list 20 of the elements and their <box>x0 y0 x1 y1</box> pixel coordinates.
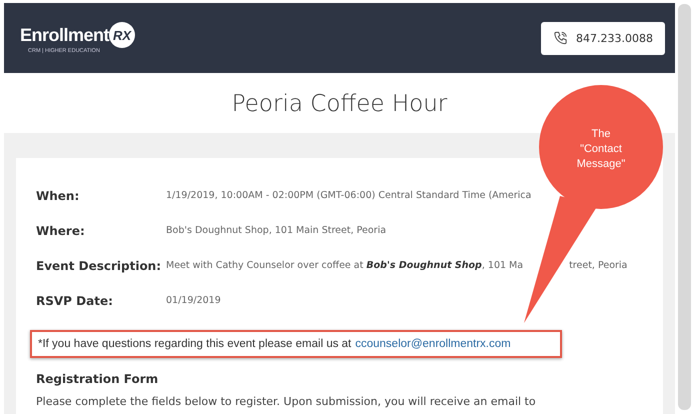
phone-button[interactable]: 847.233.0088 <box>541 22 665 54</box>
detail-label: RSVP Date: <box>36 294 114 308</box>
scrollbar[interactable] <box>678 4 691 410</box>
detail-label: Event Description: <box>36 258 162 272</box>
callout-text: The "Contact Message" <box>576 127 626 172</box>
detail-value: Meet with Cathy Counselor over coffee at Bob's Doughnut Shop, 101 Ma <box>166 260 524 271</box>
logo-text: Enrollment <box>20 24 110 46</box>
detail-value: 01/19/2019 <box>166 295 221 306</box>
detail-value: treet, Peoria <box>569 260 628 271</box>
intro-text: Please complete the fields below to register. Upon submission, you will receive an email to <box>36 395 537 408</box>
page-title: Peoria Coffee Hour <box>230 91 448 117</box>
logo-mark: RX <box>109 22 136 48</box>
detail-label: When: <box>36 188 80 202</box>
phone-icon <box>553 29 568 47</box>
contact-text: *If you have questions regarding this event please email us at <box>38 338 352 350</box>
detail-value: 1/19/2019, 10:00AM - 02:00PM (GMT-06:00) Central Standard Time (America <box>166 190 532 201</box>
detail-label: Where: <box>36 224 86 238</box>
section-heading: Registration Form <box>36 372 160 386</box>
email-link[interactable]: ccounselor@enrollmentrx.com <box>355 338 511 350</box>
detail-value: Bob's Doughnut Shop, 101 Main Street, Peoria <box>166 225 386 236</box>
